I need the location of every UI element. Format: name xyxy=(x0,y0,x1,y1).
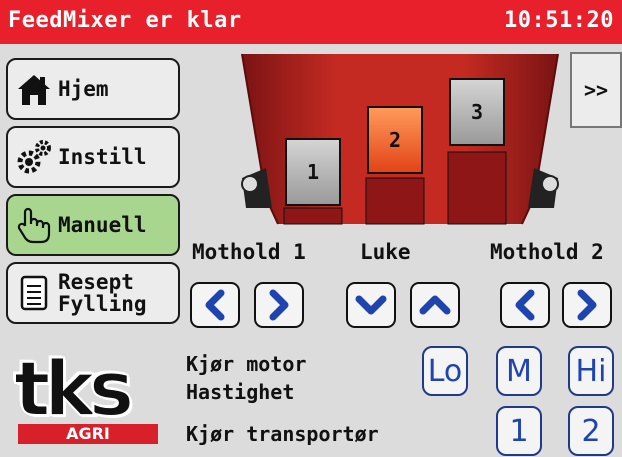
conveyor-2-button[interactable]: 2 xyxy=(568,406,614,456)
speed-m-button[interactable]: M xyxy=(496,346,542,396)
run-conveyor-label: Kjør transportør xyxy=(186,422,379,446)
status-title: FeedMixer er klar xyxy=(8,8,242,33)
title-bar: FeedMixer er klar 10:51:20 xyxy=(0,0,622,44)
document-icon xyxy=(14,273,54,313)
counter-knife-1-right-button[interactable] xyxy=(254,282,304,328)
fill-label: Fylling xyxy=(58,292,147,316)
chevron-left-icon xyxy=(205,289,225,321)
counter-knife-1-label: Mothold 1 xyxy=(192,240,306,264)
recipe-fill-button[interactable]: Resept Fylling xyxy=(6,262,180,324)
counter-knife-2-left-button[interactable] xyxy=(500,282,550,328)
chevron-right-icon xyxy=(269,289,289,321)
counter-knife-1-left-button[interactable] xyxy=(190,282,240,328)
recipe-label: Resept xyxy=(58,270,134,294)
door-up-button[interactable] xyxy=(410,282,460,328)
settings-label: Instill xyxy=(58,145,147,169)
door-3[interactable]: 3 xyxy=(449,78,505,146)
logo-subtext: AGRI xyxy=(18,424,158,444)
home-label: Hjem xyxy=(58,77,109,101)
speed-hi-button[interactable]: Hi xyxy=(568,346,614,396)
house-icon xyxy=(14,69,54,109)
speed-label: Hastighet xyxy=(186,380,295,404)
conveyor-1-button[interactable]: 1 xyxy=(496,406,542,456)
speed-lo-button[interactable]: Lo xyxy=(422,346,468,396)
manual-button[interactable]: Manuell xyxy=(6,194,180,256)
door-down-button[interactable] xyxy=(346,282,396,328)
manual-label: Manuell xyxy=(58,213,147,237)
next-page-button[interactable]: >> xyxy=(570,52,622,128)
gears-icon xyxy=(14,137,54,177)
chevron-down-icon xyxy=(355,295,387,315)
home-button[interactable]: Hjem xyxy=(6,58,180,120)
chevron-left-icon xyxy=(515,289,535,321)
counter-knife-2-label: Mothold 2 xyxy=(490,240,604,264)
clock: 10:51:20 xyxy=(504,8,614,33)
chevron-up-icon xyxy=(419,295,451,315)
door-1[interactable]: 1 xyxy=(285,138,341,206)
run-motor-label: Kjør motor xyxy=(186,352,307,376)
tks-agri-logo: tks AGRI xyxy=(10,343,160,448)
hand-pointer-icon xyxy=(14,205,54,245)
settings-button[interactable]: Instill xyxy=(6,126,180,188)
chevron-right-icon xyxy=(577,289,597,321)
door-2[interactable]: 2 xyxy=(367,106,423,174)
mixer-illustration: 1 2 3 xyxy=(232,48,568,236)
logo-text: tks xyxy=(13,343,135,434)
door-label: Luke xyxy=(360,240,411,264)
counter-knife-2-right-button[interactable] xyxy=(562,282,612,328)
